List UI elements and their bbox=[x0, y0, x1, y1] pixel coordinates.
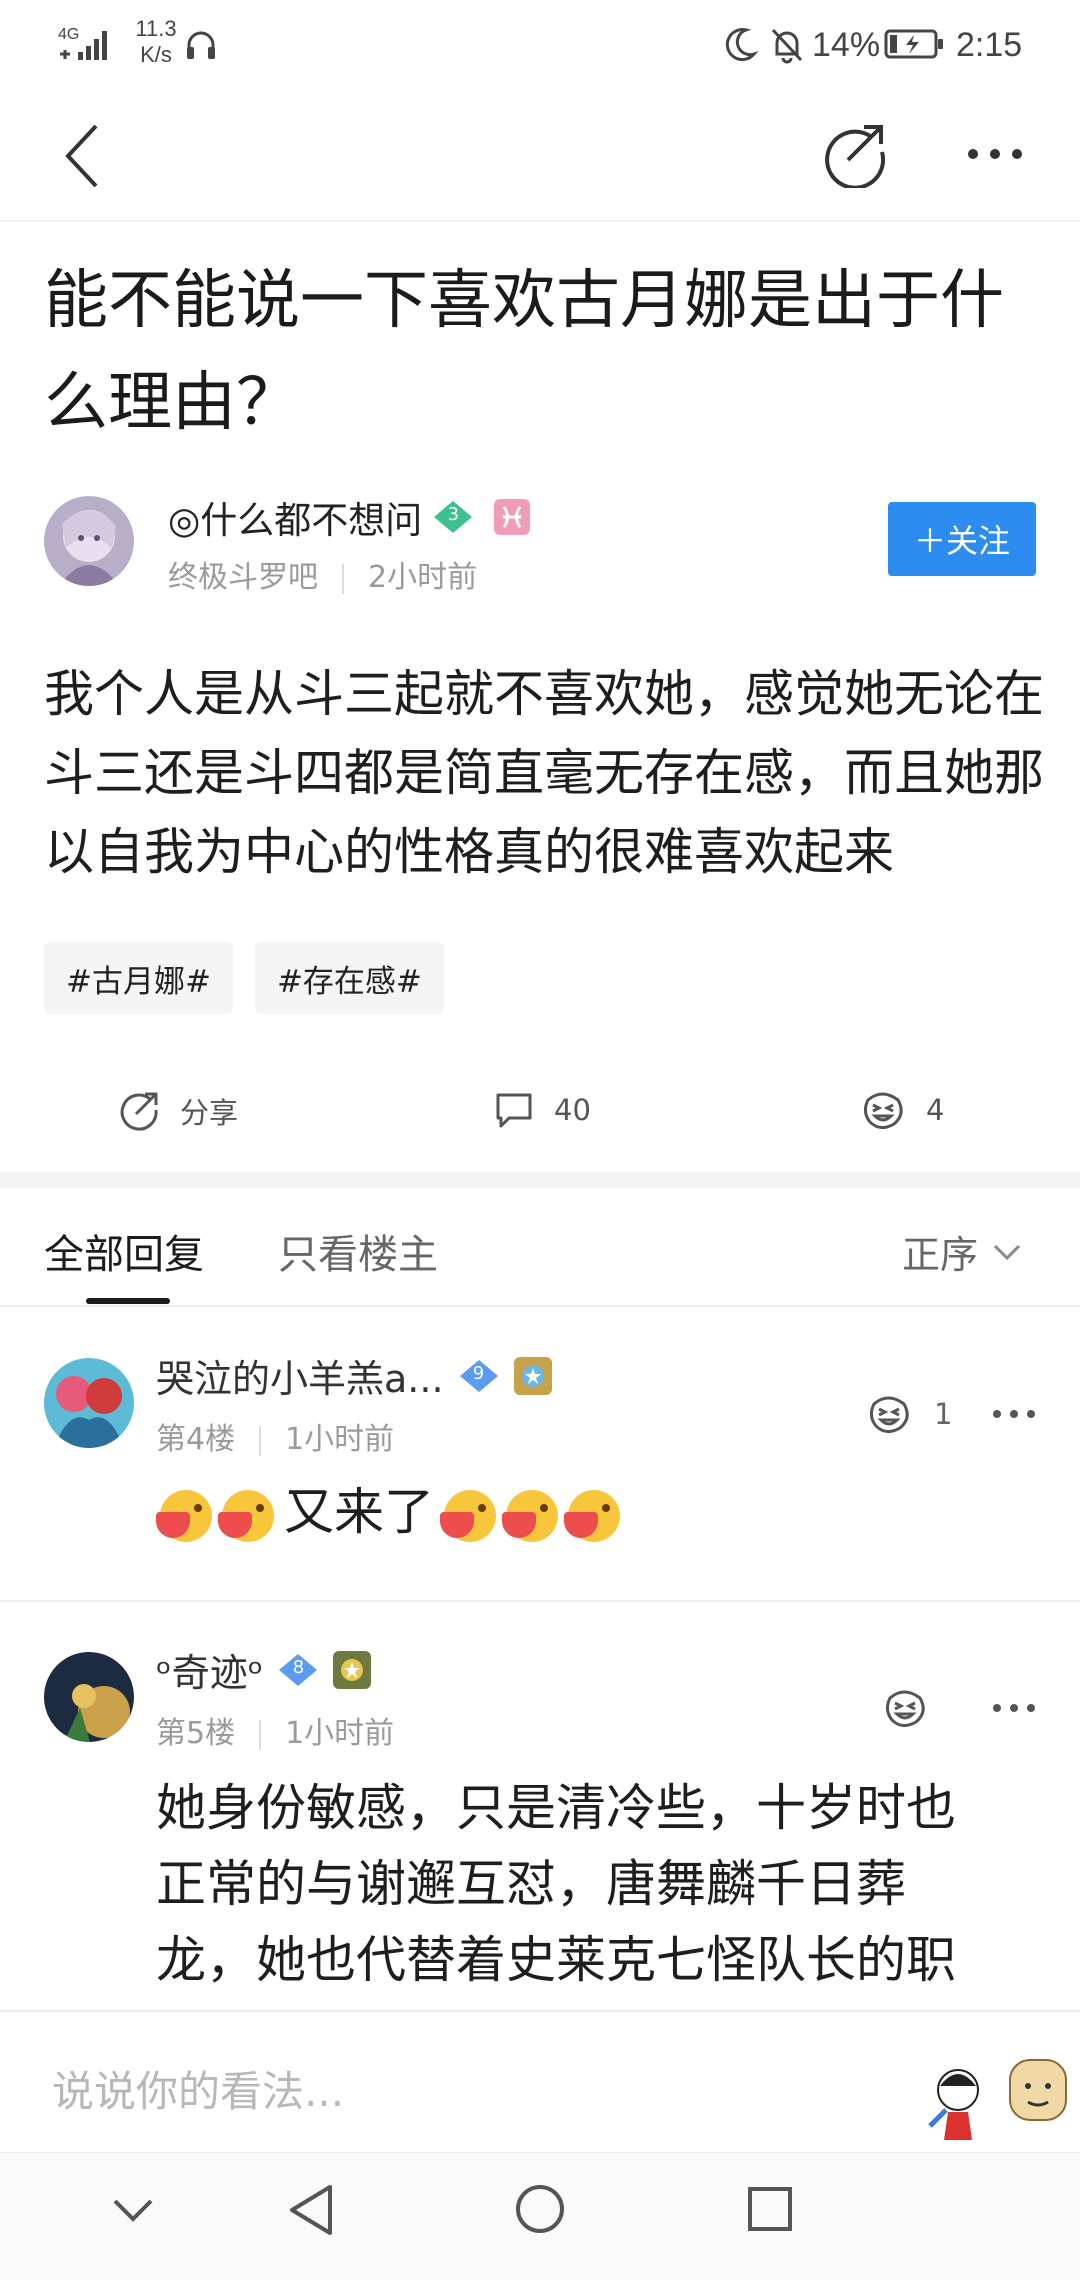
meme-sticker-icon bbox=[928, 2059, 1067, 2140]
like-action[interactable]: 4 bbox=[860, 1090, 944, 1130]
headphones-icon bbox=[187, 31, 215, 59]
commenter-avatar[interactable] bbox=[44, 1358, 134, 1448]
share-action[interactable]: 分享 bbox=[120, 1090, 238, 1132]
author-name-row: ◎什么都不想问 3 bbox=[168, 490, 531, 544]
meta-divider bbox=[342, 563, 344, 594]
laugh-face-icon bbox=[863, 1092, 903, 1129]
comment-like-count: 1 bbox=[934, 1397, 953, 1431]
sort-label: 正序 bbox=[902, 1233, 979, 1277]
watermelon-emoji-icon bbox=[502, 1489, 558, 1542]
back-triangle-icon[interactable] bbox=[286, 2183, 334, 2237]
floor-number: 第4楼 bbox=[156, 1422, 236, 1457]
author-meta: 终极斗罗吧 2小时前 bbox=[168, 552, 477, 596]
signal-icon: 4G bbox=[58, 22, 114, 62]
comment-body: 又来了 bbox=[156, 1474, 630, 1550]
watermelon-emoji-icon bbox=[218, 1489, 274, 1542]
speed-unit: K/s bbox=[140, 42, 172, 67]
active-tab-indicator bbox=[86, 1298, 170, 1304]
moon-icon bbox=[725, 28, 758, 62]
tag-chip[interactable]: #古月娜# bbox=[44, 942, 233, 1014]
comment-divider bbox=[0, 1600, 1080, 1602]
level-badge: 9 bbox=[458, 1358, 500, 1394]
comment-meta: 第5楼 1小时前 bbox=[156, 1708, 394, 1752]
share-icon bbox=[120, 1092, 158, 1131]
system-navigation-bar bbox=[0, 2152, 1080, 2280]
comment-body: 她身份敏感，只是清冷些，十岁时也 正常的与谢邂互怼，唐舞麟千日葬 龙，她也代替着… bbox=[156, 1770, 1016, 2010]
meta-divider bbox=[259, 1425, 262, 1456]
status-bar: 4G 11.3 K/s 14% 2:15 bbox=[0, 0, 1080, 90]
forum-name[interactable]: 终极斗罗吧 bbox=[168, 560, 318, 595]
battery-percent: 14% bbox=[812, 26, 881, 64]
reply-input[interactable]: 说说你的看法... bbox=[52, 2058, 344, 2119]
member-badge-icon bbox=[333, 1650, 372, 1689]
meta-divider bbox=[259, 1719, 262, 1750]
mute-bell-icon bbox=[771, 28, 803, 64]
comment-time: 1小时前 bbox=[285, 1716, 395, 1751]
member-badge-icon bbox=[513, 1356, 552, 1395]
comment-author-row: 哭泣的小羊羔a... 9 bbox=[156, 1348, 552, 1403]
post-time: 2小时前 bbox=[368, 560, 478, 595]
comment-action[interactable]: 40 bbox=[494, 1090, 591, 1130]
section-divider bbox=[0, 1172, 1080, 1188]
share-icon[interactable] bbox=[822, 122, 888, 188]
post-title: 能不能说一下喜欢古月娜是出于什么理由？ bbox=[44, 264, 1004, 440]
watermelon-emoji-icon bbox=[440, 1489, 496, 1542]
pisces-zodiac-icon bbox=[494, 499, 531, 535]
comment-text-line: 龙，她也代替着史莱克七怪队长的职 bbox=[156, 1931, 956, 1989]
tabs-border bbox=[0, 1305, 1080, 1307]
follow-button[interactable]: ＋关注 bbox=[888, 502, 1036, 576]
comment-time: 1小时前 bbox=[285, 1422, 395, 1457]
level-badge: 8 bbox=[277, 1652, 319, 1688]
watermelon-emoji-icon bbox=[564, 1489, 620, 1542]
comment-like-button[interactable]: 1 bbox=[866, 1394, 952, 1434]
battery-icon bbox=[884, 29, 943, 59]
commenter-avatar[interactable] bbox=[44, 1652, 134, 1742]
comment-count: 40 bbox=[554, 1093, 591, 1127]
level-badge: 3 bbox=[432, 499, 474, 535]
like-count: 4 bbox=[926, 1093, 945, 1127]
share-label: 分享 bbox=[180, 1096, 239, 1130]
comment-icon bbox=[496, 1093, 532, 1128]
comment-text-line: 正常的与谢邂互怼，唐舞麟千日葬 bbox=[156, 1855, 906, 1913]
comment-meta: 第4楼 1小时前 bbox=[156, 1414, 394, 1458]
tab-op-only[interactable]: 只看楼主 bbox=[278, 1222, 438, 1280]
back-arrow-icon[interactable] bbox=[62, 122, 102, 190]
tab-all-replies[interactable]: 全部回复 bbox=[44, 1222, 204, 1280]
sticker-button[interactable] bbox=[920, 2040, 1070, 2144]
clock: 2:15 bbox=[956, 26, 1023, 64]
post-body: 我个人是从斗三起就不喜欢她，感觉她无论在斗三还是斗四都是简直毫无存在感，而且她那… bbox=[44, 665, 1044, 881]
comment-text-line: 她身份敏感，只是清冷些，十岁时也 bbox=[156, 1779, 956, 1837]
recent-apps-square-icon[interactable] bbox=[746, 2185, 794, 2233]
more-options-icon[interactable] bbox=[992, 1702, 1036, 1714]
tag-chip[interactable]: #存在感# bbox=[254, 942, 444, 1014]
level-number: 9 bbox=[472, 1362, 485, 1384]
comment-author-name[interactable]: 哭泣的小羊羔a... bbox=[156, 1348, 444, 1403]
comment-author-row: ᵒ奇迹ᵒ 8 bbox=[156, 1642, 372, 1697]
home-circle-icon[interactable] bbox=[514, 2183, 566, 2235]
author-avatar[interactable] bbox=[44, 496, 134, 586]
more-options-icon[interactable] bbox=[966, 146, 1024, 162]
level-number: 3 bbox=[447, 504, 460, 525]
chevron-down-icon[interactable] bbox=[112, 2197, 154, 2223]
laugh-face-icon[interactable] bbox=[882, 1688, 928, 1728]
laugh-face-icon bbox=[869, 1396, 909, 1433]
floor-number: 第5楼 bbox=[156, 1716, 236, 1751]
comment-text: 又来了 bbox=[284, 1483, 434, 1541]
comment-author-name[interactable]: ᵒ奇迹ᵒ bbox=[156, 1642, 263, 1697]
more-options-icon[interactable] bbox=[992, 1408, 1036, 1420]
sort-dropdown[interactable]: 正序 bbox=[902, 1224, 1022, 1279]
top-nav-bar bbox=[0, 90, 1080, 222]
level-number: 8 bbox=[292, 1656, 305, 1678]
follow-label: ＋关注 bbox=[913, 522, 1010, 560]
tag-list: #古月娜# #存在感# bbox=[44, 942, 444, 1014]
chevron-down-icon bbox=[993, 1244, 1021, 1260]
author-name[interactable]: ◎什么都不想问 bbox=[168, 490, 422, 544]
speed-value: 11.3 bbox=[135, 16, 177, 41]
watermelon-emoji-icon bbox=[156, 1489, 212, 1542]
network-speed: 11.3 K/s bbox=[126, 16, 186, 68]
